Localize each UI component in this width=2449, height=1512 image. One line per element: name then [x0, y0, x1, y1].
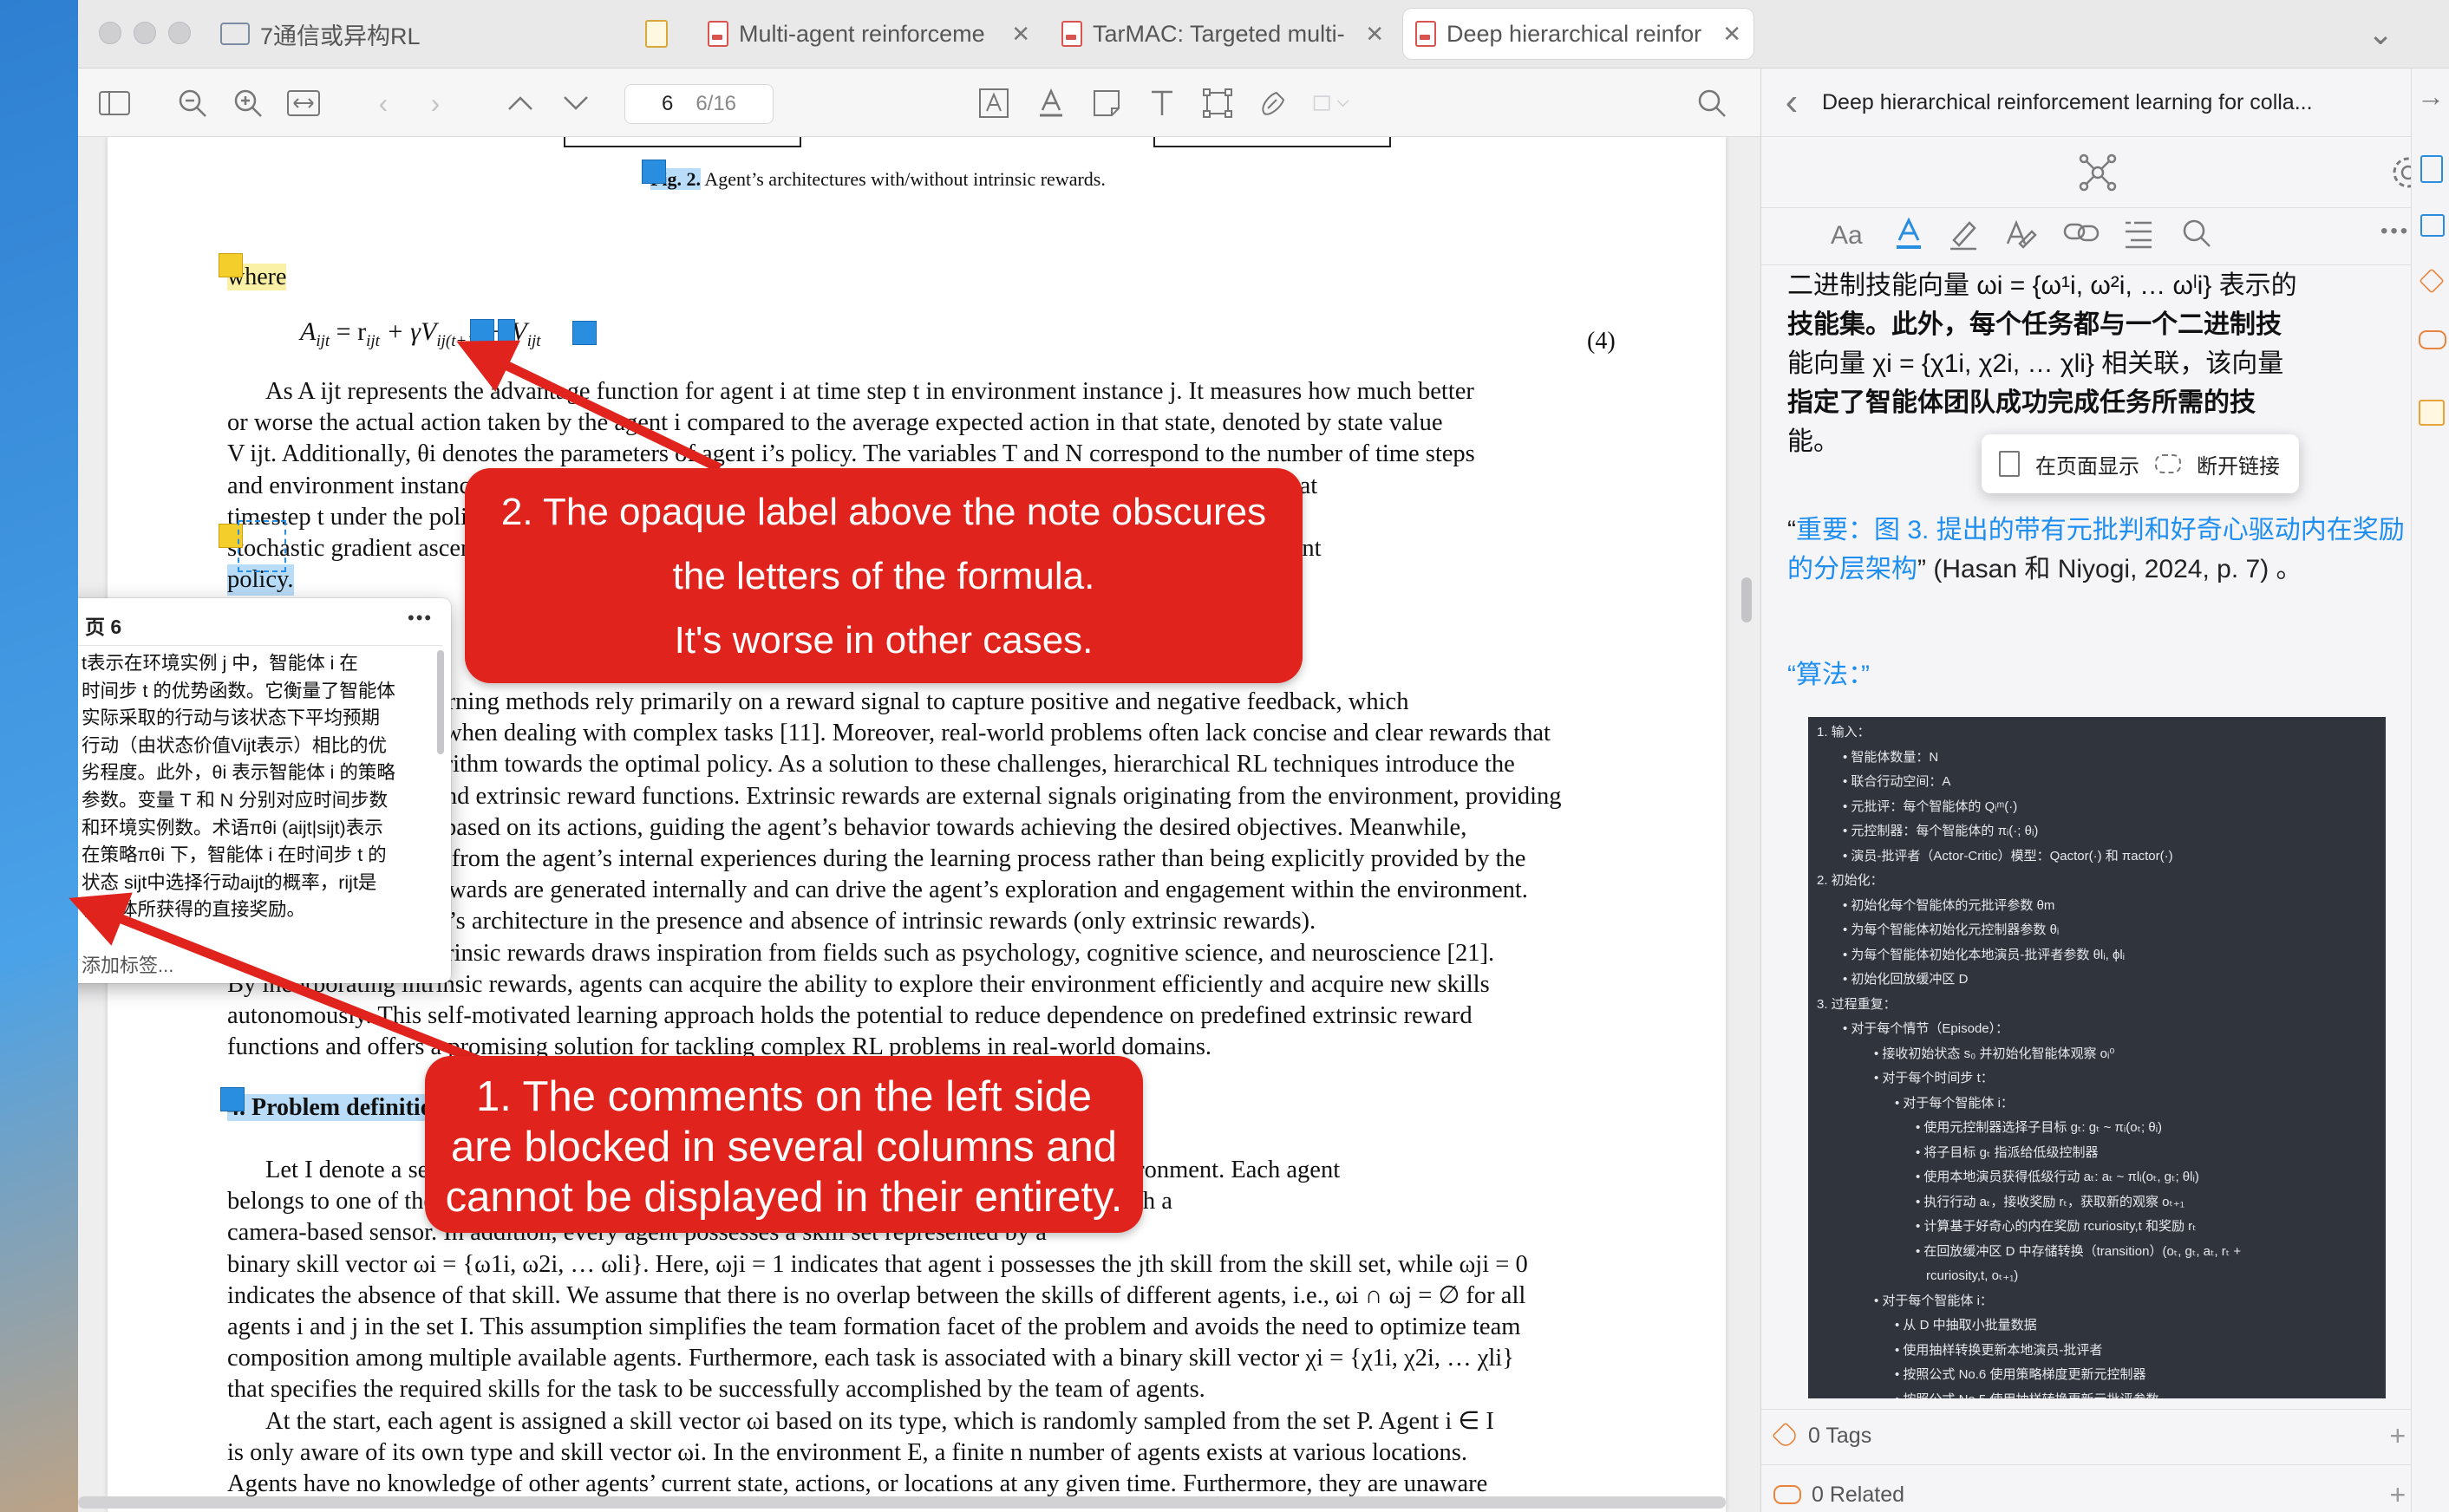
- arrow-to-comment: [69, 892, 532, 1085]
- arrow-to-formula: [456, 340, 722, 472]
- callout-2: 2. The opaque label above the note obscu…: [465, 468, 1303, 683]
- annotation-arrows: [69, 340, 722, 1085]
- callout-1: 1. The comments on the left side are blo…: [425, 1056, 1143, 1233]
